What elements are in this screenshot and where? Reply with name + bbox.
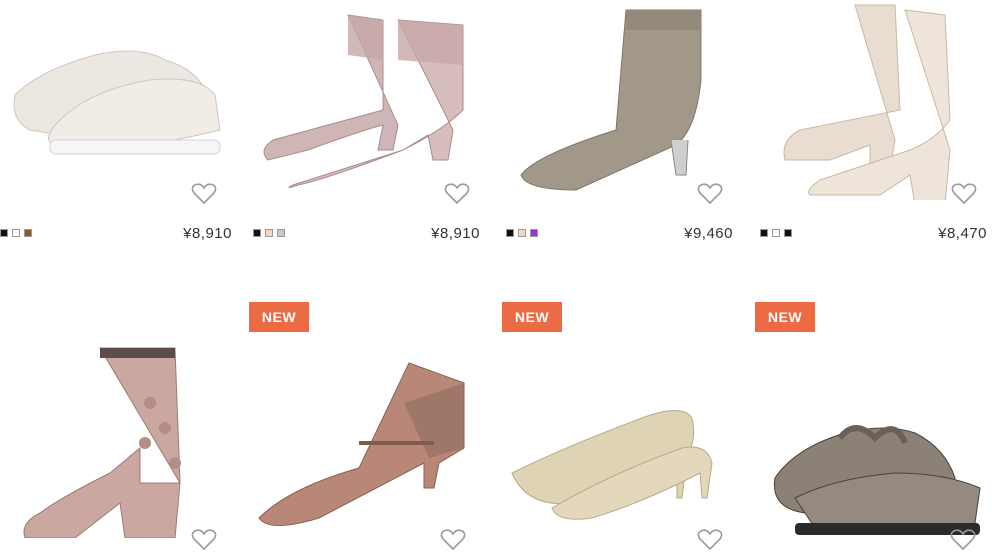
product-image[interactable] xyxy=(0,0,232,200)
color-swatches xyxy=(253,229,285,237)
product-image[interactable] xyxy=(0,338,232,538)
product-card[interactable]: ¥8,470 xyxy=(760,0,992,250)
new-badge: NEW xyxy=(249,302,309,332)
favorite-heart-icon[interactable] xyxy=(951,182,977,206)
color-swatch[interactable] xyxy=(530,229,538,237)
color-swatch[interactable] xyxy=(12,229,20,237)
color-swatch[interactable] xyxy=(253,229,261,237)
favorite-heart-icon[interactable] xyxy=(697,528,723,552)
color-swatch[interactable] xyxy=(265,229,273,237)
favorite-heart-icon[interactable] xyxy=(444,182,470,206)
product-card[interactable]: ¥8,910 xyxy=(0,0,232,250)
product-image[interactable] xyxy=(760,0,992,200)
color-swatch[interactable] xyxy=(760,229,768,237)
product-card[interactable]: NEW xyxy=(755,298,987,558)
color-swatches xyxy=(0,229,32,237)
color-swatch[interactable] xyxy=(0,229,8,237)
product-card[interactable]: ¥9,460 xyxy=(506,0,738,250)
color-swatches xyxy=(760,229,792,237)
color-swatch[interactable] xyxy=(518,229,526,237)
product-image[interactable] xyxy=(249,338,481,538)
favorite-heart-icon[interactable] xyxy=(440,528,466,552)
color-swatch[interactable] xyxy=(506,229,514,237)
product-price: ¥9,460 xyxy=(684,225,733,242)
product-card[interactable] xyxy=(0,298,232,558)
new-badge: NEW xyxy=(502,302,562,332)
product-price: ¥8,910 xyxy=(431,225,480,242)
product-grid: ¥8,910 ¥8,910 ¥9,460 ¥8,470 NEW NEW NEW xyxy=(0,0,992,558)
product-price: ¥8,470 xyxy=(938,225,987,242)
color-swatch[interactable] xyxy=(784,229,792,237)
color-swatch[interactable] xyxy=(772,229,780,237)
product-price: ¥8,910 xyxy=(183,225,232,242)
product-card[interactable]: ¥8,910 xyxy=(253,0,485,250)
product-image[interactable] xyxy=(502,338,734,538)
new-badge: NEW xyxy=(755,302,815,332)
favorite-heart-icon[interactable] xyxy=(697,182,723,206)
color-swatch[interactable] xyxy=(24,229,32,237)
product-image[interactable] xyxy=(506,0,738,200)
color-swatches xyxy=(506,229,538,237)
color-swatch[interactable] xyxy=(277,229,285,237)
favorite-heart-icon[interactable] xyxy=(950,528,976,552)
product-image[interactable] xyxy=(755,338,987,538)
product-card[interactable]: NEW xyxy=(502,298,734,558)
favorite-heart-icon[interactable] xyxy=(191,182,217,206)
favorite-heart-icon[interactable] xyxy=(191,528,217,552)
product-image[interactable] xyxy=(253,0,485,200)
product-card[interactable]: NEW xyxy=(249,298,481,558)
